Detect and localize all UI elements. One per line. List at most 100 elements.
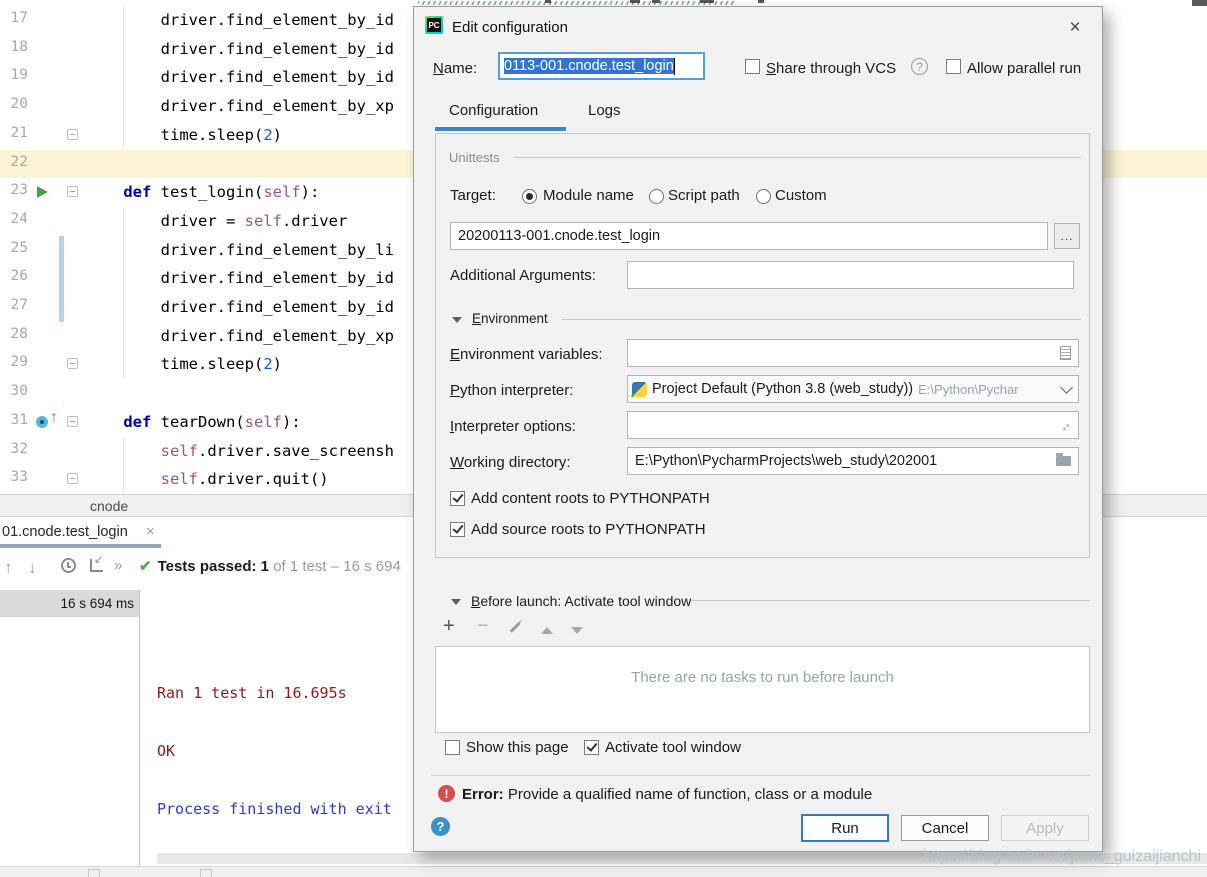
code-text: driver.find_element_by_li	[86, 236, 394, 265]
name-input[interactable]: 0113-001.cnode.test_login	[498, 52, 705, 80]
previous-failed-test-icon[interactable]: ↑	[4, 558, 13, 578]
more-actions-icon[interactable]: »	[114, 557, 122, 574]
status-bar-icon[interactable]	[200, 869, 212, 877]
collapse-environment-icon[interactable]	[452, 317, 462, 323]
fold-marker-icon[interactable]	[67, 358, 78, 369]
test-runner-toolbar: ↑ ↓ » ✔Tests passed: 1 of 1 test – 16 s …	[0, 550, 413, 590]
target-script-path-label[interactable]: Script path	[668, 187, 740, 204]
line-number: 30	[0, 383, 28, 399]
tests-passed-text: Tests passed: 1	[158, 558, 269, 575]
vcs-help-icon[interactable]: ?	[911, 58, 928, 75]
add-task-icon[interactable]: +	[443, 615, 455, 638]
activate-tool-window-label: Activate tool window	[605, 739, 741, 756]
line-number: 23	[0, 182, 28, 198]
fold-marker-icon[interactable]	[67, 473, 78, 484]
edit-task-icon[interactable]	[510, 622, 521, 633]
python-interpreter-combo[interactable]: Project Default (Python 3.8 (web_study))…	[627, 375, 1079, 403]
error-icon: !	[438, 785, 455, 802]
breadcrumb[interactable]: cnode	[90, 498, 128, 514]
tests-passed-detail: of 1 test – 16 s 694	[269, 558, 401, 575]
collapse-before-launch-icon[interactable]	[451, 599, 461, 605]
status-bar-icon[interactable]	[88, 869, 100, 877]
edit-env-vars-icon[interactable]	[1060, 346, 1071, 360]
next-failed-test-icon[interactable]: ↓	[28, 558, 37, 578]
run-test-icon[interactable]	[37, 186, 48, 198]
expand-field-icon[interactable]: ↔	[1055, 415, 1075, 435]
python-interpreter-value: Project Default (Python 3.8 (web_study))	[652, 381, 913, 397]
move-task-up-icon[interactable]	[541, 627, 553, 634]
run-button[interactable]: Run	[801, 814, 889, 842]
test-duration: 16 s 694 ms	[60, 596, 134, 611]
fold-marker-icon[interactable]	[67, 186, 78, 197]
environment-section-label[interactable]: Environment	[472, 311, 548, 326]
override-arrow-icon[interactable]: ↑	[50, 409, 58, 427]
tree-console-divider[interactable]	[139, 590, 140, 866]
line-number: 22	[0, 154, 28, 170]
target-module-name-radio[interactable]	[522, 189, 537, 204]
additional-arguments-label: Additional Arguments:	[450, 267, 596, 284]
help-icon[interactable]: ?	[431, 817, 450, 836]
code-text: driver.find_element_by_id	[86, 264, 394, 293]
add-content-roots-checkbox[interactable]	[450, 491, 465, 506]
before-launch-task-list[interactable]: There are no tasks to run before launch	[435, 646, 1090, 733]
add-source-roots-checkbox[interactable]	[450, 522, 465, 537]
console-line: Process finished with exit	[157, 800, 392, 818]
console-line: Ran 1 test in 16.695s	[157, 684, 347, 702]
remove-task-icon[interactable]: −	[477, 615, 489, 638]
code-text: def test_login(self):	[86, 178, 319, 207]
add-content-roots-label: Add content roots to PYTHONPATH	[471, 490, 710, 507]
browse-button[interactable]: ...	[1054, 223, 1080, 249]
unittests-section-label: Unittests	[449, 150, 500, 165]
code-text: driver.find_element_by_xp	[86, 322, 394, 351]
target-custom-label[interactable]: Custom	[775, 187, 827, 204]
line-number: 26	[0, 268, 28, 284]
dropdown-chevron-icon[interactable]	[1060, 381, 1073, 394]
test-history-icon[interactable]	[61, 558, 76, 573]
interpreter-options-input[interactable]: ↔	[627, 411, 1079, 439]
apply-button[interactable]: Apply	[1001, 815, 1089, 841]
share-through-vcs-checkbox[interactable]	[745, 59, 760, 74]
tab-logs[interactable]: Logs	[588, 102, 621, 119]
test-tree-root-row[interactable]: 16 s 694 ms	[0, 590, 139, 617]
close-dialog-icon[interactable]: ×	[1062, 15, 1088, 41]
show-this-page-checkbox[interactable]	[445, 740, 460, 755]
run-tab-label[interactable]: 01.cnode.test_login	[2, 524, 128, 540]
python-interpreter-label: Python interpreter:	[450, 382, 573, 399]
cancel-button[interactable]: Cancel	[901, 815, 989, 841]
module-name-input[interactable]: 20200113-001.cnode.test_login	[450, 222, 1048, 250]
allow-parallel-run-label: Allow parallel run	[967, 60, 1081, 77]
fold-marker-icon[interactable]	[67, 129, 78, 140]
override-method-icon[interactable]	[36, 416, 48, 428]
working-directory-label: Working directory:	[450, 454, 571, 471]
change-marker	[59, 236, 64, 265]
line-number: 19	[0, 67, 28, 83]
fold-marker-icon[interactable]	[67, 416, 78, 427]
line-number: 18	[0, 39, 28, 55]
change-marker	[59, 264, 64, 293]
target-custom-radio[interactable]	[756, 189, 771, 204]
allow-parallel-run-checkbox[interactable]	[946, 59, 961, 74]
console-line: OK	[157, 742, 175, 760]
additional-arguments-input[interactable]	[627, 261, 1074, 289]
before-launch-label: Before launch: Activate tool window	[471, 593, 691, 609]
name-input-selected-text: 0113-001.cnode.test_login	[504, 58, 674, 74]
pycharm-logo-icon	[425, 16, 443, 34]
target-script-path-radio[interactable]	[649, 189, 664, 204]
share-through-vcs-label: Share through VCS	[766, 60, 896, 77]
close-tab-icon[interactable]: ×	[146, 523, 155, 540]
folder-browse-icon[interactable]	[1056, 456, 1071, 466]
status-bar	[0, 866, 1207, 877]
environment-variables-label: Environment variables:	[450, 346, 603, 363]
working-directory-input[interactable]: E:\Python\PycharmProjects\web_study\2020…	[627, 447, 1079, 475]
add-source-roots-label: Add source roots to PYTHONPATH	[471, 521, 706, 538]
no-tasks-text: There are no tasks to run before launch	[631, 669, 894, 732]
activate-tool-window-checkbox[interactable]	[584, 740, 599, 755]
move-task-down-icon[interactable]	[571, 627, 583, 634]
tab-configuration[interactable]: Configuration	[449, 102, 538, 119]
target-module-name-label[interactable]: Module name	[543, 187, 634, 204]
code-text: driver = self.driver	[86, 207, 347, 236]
environment-variables-input[interactable]	[627, 339, 1079, 367]
line-number: 33	[0, 469, 28, 485]
test-status: ✔Tests passed: 1 of 1 test – 16 s 694	[139, 557, 401, 575]
import-test-results-icon[interactable]	[90, 559, 103, 572]
